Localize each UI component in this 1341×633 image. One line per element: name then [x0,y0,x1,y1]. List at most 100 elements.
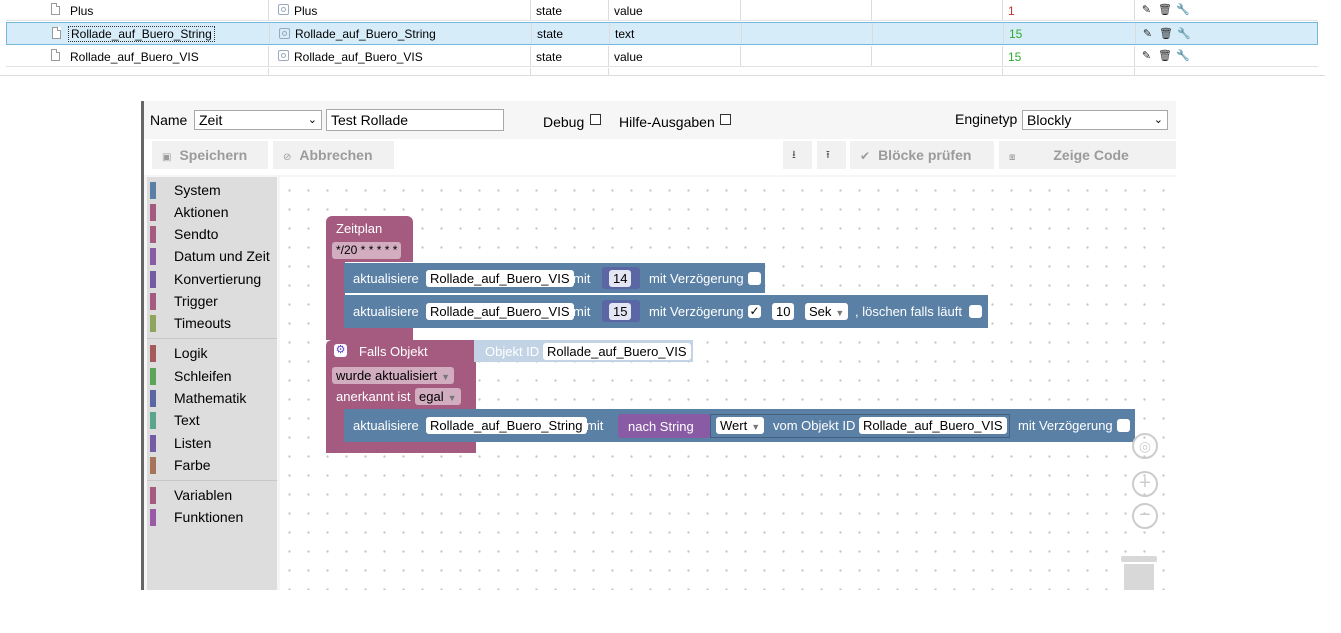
center-workspace-icon[interactable]: ◎ [1132,433,1158,459]
category-label: Trigger [174,293,218,309]
column-divider [609,23,610,44]
wrench-icon[interactable]: 🔧 [1176,3,1190,16]
cancel-button[interactable]: ⊘ Abbrechen [273,141,394,169]
category-loops[interactable]: Schleifen [147,366,277,386]
delay-checkbox-checked[interactable]: ✓ [748,305,761,318]
column-divider [872,23,873,44]
gear-icon[interactable]: ⚙ [334,344,347,357]
number-value[interactable]: 15 [609,303,632,320]
source-object-field[interactable]: Rollade_auf_Buero_VIS [859,417,1007,434]
trash-icon[interactable] [1124,564,1154,590]
update-label: aktualisiere [353,304,419,319]
category-label: Aktionen [174,204,229,220]
event-select[interactable]: wurde aktualisiert ▼ [332,367,455,384]
delete-icon[interactable]: 🗑 [1159,27,1173,40]
object-field[interactable]: Rollade_auf_Buero_VIS [426,303,574,320]
object-id-field[interactable]: Rollade_auf_Buero_VIS [543,343,691,360]
delay-checkbox[interactable] [748,272,761,285]
object-field[interactable]: Rollade_auf_Buero_String [426,417,587,434]
category-color [150,509,156,526]
script-name-input[interactable]: Test Rollade [326,109,504,131]
delete-icon[interactable]: 🗑 [1158,49,1172,62]
category-color-cat[interactable]: Farbe [147,455,277,475]
number-value[interactable]: 14 [609,270,632,287]
object-field[interactable]: Rollade_auf_Buero_VIS [426,270,574,287]
wrench-icon[interactable]: 🔧 [1176,49,1190,62]
help-output-checkbox[interactable] [720,114,731,125]
state-icon [278,50,289,61]
edit-icon[interactable]: ✎ [1140,49,1153,62]
export-button[interactable]: ⭳ [783,141,812,169]
blockly-toolbox: System Aktionen Sendto Datum und Zeit Ko… [147,177,277,590]
row-value: 1 [1008,4,1015,18]
category-system[interactable]: System [147,180,277,200]
category-label: Text [174,412,200,428]
delay-label: mit Verzögerung [1018,418,1113,433]
column-divider [1134,46,1135,66]
category-label: Farbe [174,457,211,473]
category-color [150,226,156,243]
zoom-in-icon[interactable]: + [1132,471,1158,497]
category-label: Variablen [174,487,233,503]
category-trigger[interactable]: Trigger [147,291,277,311]
export-icon: ⭳ [792,149,796,161]
cancel-icon: ⊘ [283,152,292,163]
ack-select[interactable]: egal ▼ [415,388,461,405]
wrench-icon[interactable]: 🔧 [1177,27,1191,40]
ack-label: anerkannt ist [336,389,411,404]
row-name: Rollade_auf_Buero_String [68,26,215,42]
chevron-down-icon: ⌄ [1153,114,1163,126]
category-label: Konvertierung [174,271,262,287]
category-logic[interactable]: Logik [147,343,277,363]
category-conversion[interactable]: Konvertierung [147,269,277,289]
to-string-label: nach String [628,419,694,434]
column-divider [1135,23,1136,44]
row-role: value [614,50,643,64]
cron-field[interactable]: */20 * * * * * [332,242,402,259]
delay-unit-select[interactable]: Sek ▼ [805,303,849,320]
table-row-partial[interactable] [6,68,1318,75]
column-divider [741,23,742,44]
category-actions[interactable]: Aktionen [147,202,277,222]
delay-checkbox[interactable] [1117,419,1130,432]
category-sendto[interactable]: Sendto [147,224,277,244]
editor-toolbar: ▣ Speichern ⊘ Abbrechen ⭳ ⭱ ✔ Blöcke prüfen… [144,139,1176,175]
table-row-selected[interactable]: Rollade_auf_Buero_String Rollade_auf_Bue… [6,22,1318,45]
category-color [150,412,156,429]
save-button[interactable]: ▣ Speichern [152,141,268,169]
import-button[interactable]: ⭱ [817,141,846,169]
blockly-workspace[interactable]: Zeitplan */20 * * * * * aktualisiere Rol… [280,177,1176,590]
debug-checkbox[interactable] [590,114,601,125]
delete-icon[interactable]: 🗑 [1158,3,1172,16]
edit-icon[interactable]: ✎ [1140,3,1153,16]
category-label: Sendto [174,226,219,242]
state-icon [279,28,290,39]
edit-icon[interactable]: ✎ [1141,27,1154,40]
checkmark-icon: ✔ [860,149,871,163]
folder-select[interactable]: Zeit ⌄ [194,110,322,130]
table-row[interactable]: Plus Plus state value 1 ✎ 🗑 🔧 [6,0,1318,21]
category-text[interactable]: Text [147,410,277,430]
engine-select-value: Blockly [1027,112,1072,128]
check-blocks-button[interactable]: ✔ Blöcke prüfen [850,141,994,169]
category-variables[interactable]: Variablen [147,485,277,505]
cancel-button-label: Abbrechen [299,147,373,163]
engine-type-select[interactable]: Blockly ⌄ [1022,110,1168,130]
category-color [150,315,156,332]
clear-running-checkbox[interactable] [969,305,982,318]
category-math[interactable]: Mathematik [147,388,277,408]
show-code-button[interactable]: ⧆ Zeige Code [999,141,1176,169]
zoom-out-icon[interactable]: − [1132,503,1158,529]
category-lists[interactable]: Listen [147,433,277,453]
category-functions[interactable]: Funktionen [147,507,277,527]
property-select[interactable]: Wert ▼ [716,417,765,434]
column-divider [871,0,872,20]
category-timeouts[interactable]: Timeouts [147,313,277,333]
table-row[interactable]: Rollade_auf_Buero_VIS Rollade_auf_Buero_… [6,46,1318,67]
column-divider [268,68,269,75]
file-icon [51,3,60,15]
category-label: Listen [174,435,212,451]
delay-value[interactable]: 10 [772,303,795,320]
property-select-value: Wert [720,418,748,433]
category-date-time[interactable]: Datum und Zeit [147,246,277,266]
